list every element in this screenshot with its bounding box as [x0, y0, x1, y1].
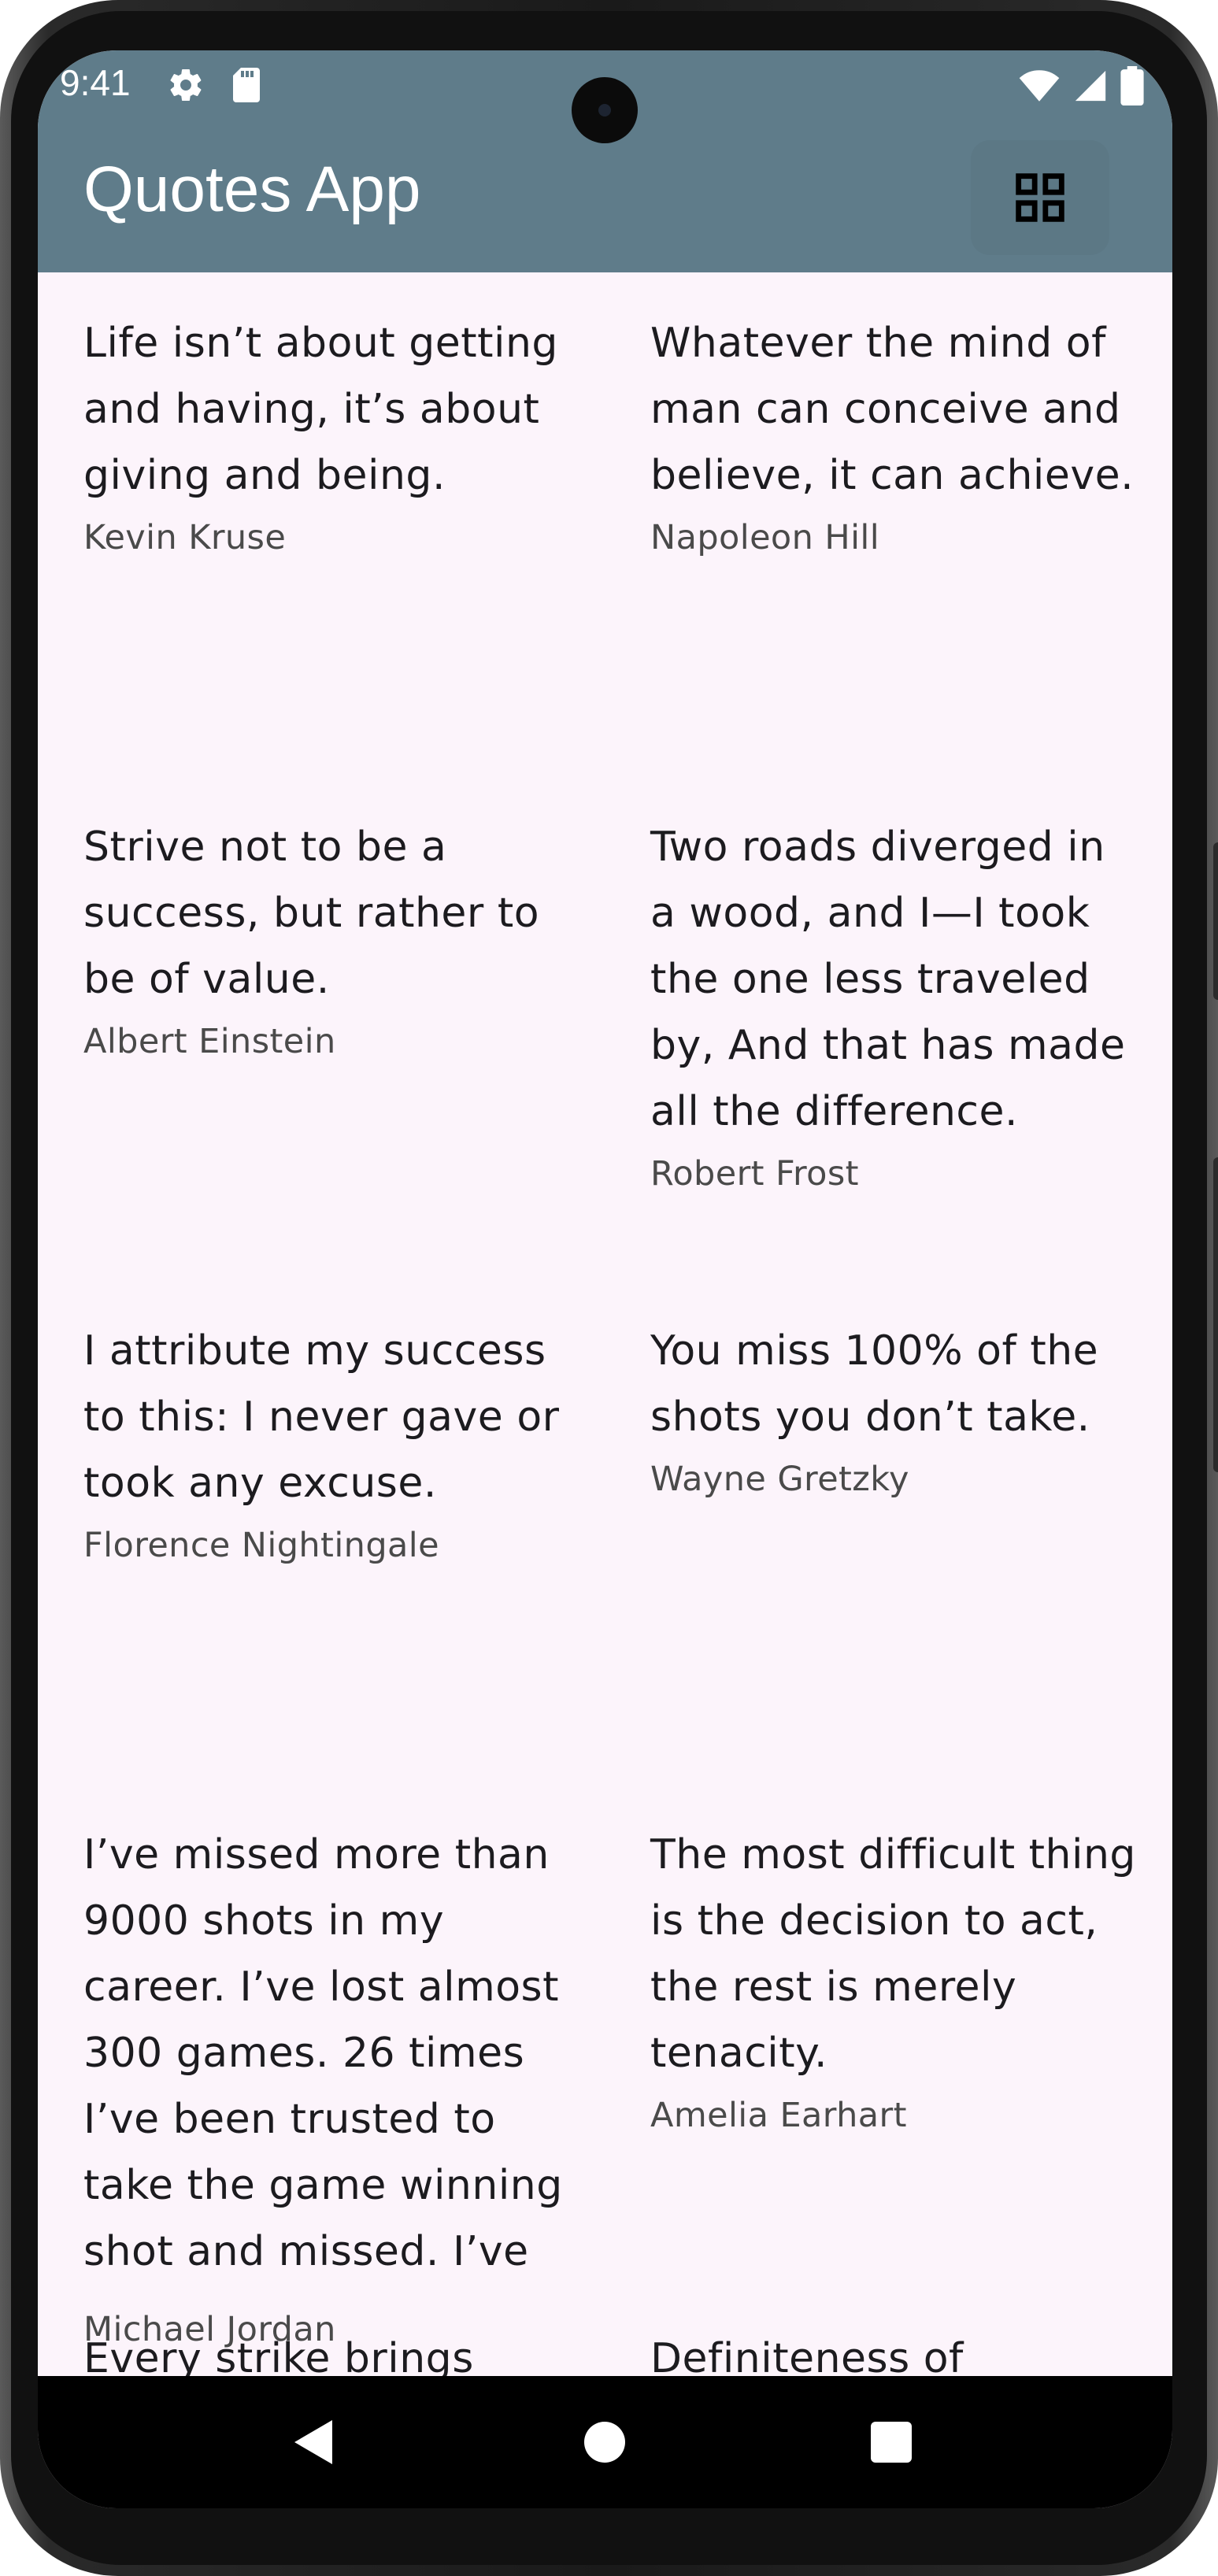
quote-card[interactable]: I’ve missed more than 9000 shots in my c… [83, 1822, 572, 2351]
gear-icon [170, 69, 202, 102]
quote-card[interactable]: Two roads diverged in a wood, and I—I to… [650, 814, 1138, 1201]
quote-author: Florence Nightingale [83, 1526, 439, 1565]
app-title: Quotes App [83, 154, 421, 225]
back-button[interactable] [250, 2376, 376, 2508]
quote-author: Napoleon Hill [650, 518, 880, 557]
quote-text: Life isn’t about getting and having, it’… [83, 320, 558, 499]
quote-author: Albert Einstein [83, 1022, 336, 1061]
recents-button[interactable] [828, 2376, 954, 2508]
screen: 9:41 Quotes App Life isn’t about getting… [38, 50, 1172, 2508]
quote-author: Amelia Earhart [650, 2096, 907, 2135]
home-icon [584, 2422, 625, 2463]
quote-author: Kevin Kruse [83, 518, 287, 557]
quote-text: The most difficult thing is the decision… [650, 1831, 1136, 2077]
quote-card[interactable]: Life isn’t about getting and having, it’… [83, 310, 572, 565]
volume-button [1213, 1157, 1218, 1472]
quote-text: I’ve missed more than 9000 shots in my c… [83, 1831, 563, 2275]
wifi-icon [1019, 70, 1060, 102]
recents-icon [871, 2422, 912, 2463]
sd-card-icon [233, 68, 260, 102]
quote-card[interactable]: The most difficult thing is the decision… [650, 1822, 1138, 2143]
navigation-bar [38, 2376, 1172, 2508]
back-icon [294, 2420, 332, 2464]
home-button[interactable] [542, 2376, 668, 2508]
power-button [1213, 842, 1218, 1000]
quote-card[interactable]: Whatever the mind of man can conceive an… [650, 310, 1138, 565]
quote-card[interactable]: I attribute my success to this: I never … [83, 1318, 572, 1573]
grid-view-toggle-button[interactable] [971, 140, 1109, 255]
quote-author: Wayne Gretzky [650, 1460, 909, 1499]
quote-author: Robert Frost [650, 1154, 859, 1194]
status-icons [1018, 66, 1144, 105]
status-time: 9:41 [60, 62, 131, 103]
quote-text: You miss 100% of the shots you don’t tak… [650, 1327, 1099, 1441]
quote-text: Strive not to be a success, but rather t… [83, 824, 540, 1003]
grid-view-icon [1016, 173, 1064, 222]
quote-text: Whatever the mind of man can conceive an… [650, 320, 1135, 499]
signal-icon [1075, 70, 1106, 102]
quote-card[interactable]: You miss 100% of the shots you don’t tak… [650, 1318, 1138, 1507]
battery-icon [1120, 66, 1144, 105]
quote-card[interactable]: Strive not to be a success, but rather t… [83, 814, 572, 1069]
quotes-grid[interactable]: Life isn’t about getting and having, it’… [38, 272, 1172, 2426]
quote-text: I attribute my success to this: I never … [83, 1327, 560, 1507]
app-bar: 9:41 Quotes App [38, 50, 1172, 272]
quote-text: Two roads diverged in a wood, and I—I to… [650, 824, 1126, 1135]
front-camera [572, 77, 638, 143]
phone-frame: 9:41 Quotes App Life isn’t about getting… [0, 0, 1218, 2576]
